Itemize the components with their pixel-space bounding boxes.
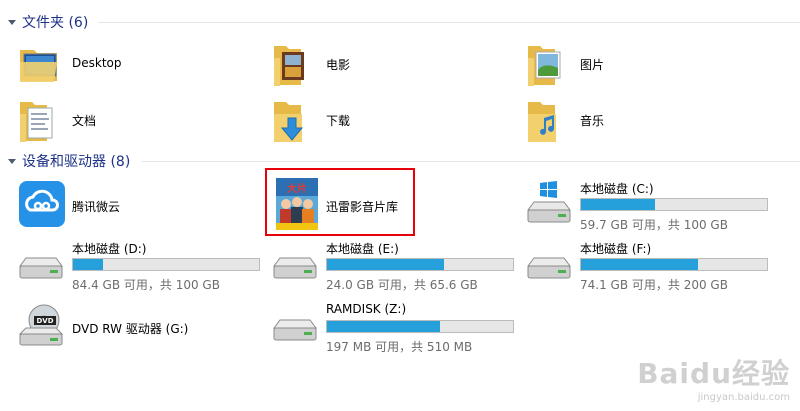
drive-usage-fill <box>73 259 103 270</box>
folder-label: Desktop <box>72 56 122 70</box>
drive-label: RAMDISK (Z:) <box>326 302 407 316</box>
drive-free-space: 24.0 GB 可用，共 65.6 GB <box>326 278 478 292</box>
drive-label: 本地磁盘 (D:) <box>72 242 147 256</box>
drive-label: DVD RW 驱动器 (G:) <box>72 322 189 336</box>
drive-usage-bar <box>580 258 768 271</box>
pictures-folder-icon <box>524 40 570 89</box>
drive-z-ramdisk[interactable]: RAMDISK (Z:) 197 MB 可用，共 510 MB <box>270 302 520 354</box>
folders-group-title: 文件夹 (6) <box>22 15 89 31</box>
drive-e[interactable]: 本地磁盘 (E:) 24.0 GB 可用，共 65.6 GB <box>270 240 520 292</box>
drive-f[interactable]: 本地磁盘 (F:) 74.1 GB 可用，共 200 GB <box>524 240 774 292</box>
folder-label: 下载 <box>326 114 351 128</box>
drive-d[interactable]: 本地磁盘 (D:) 84.4 GB 可用，共 100 GB <box>16 240 266 292</box>
drive-label: 本地磁盘 (F:) <box>580 242 652 256</box>
drive-free-space: 59.7 GB 可用，共 100 GB <box>580 218 728 232</box>
drive-g-dvd[interactable]: DVD DVD RW 驱动器 (G:) <box>16 302 266 352</box>
drive-free-space: 74.1 GB 可用，共 200 GB <box>580 278 728 292</box>
windows-drive-icon <box>524 180 574 231</box>
folder-label: 音乐 <box>580 114 605 128</box>
drive-usage-fill <box>327 321 441 332</box>
drive-label: 本地磁盘 (C:) <box>580 182 654 196</box>
drive-usage-bar <box>72 258 260 271</box>
collapse-caret-icon[interactable] <box>8 20 16 25</box>
folder-music[interactable]: 音乐 <box>524 94 724 144</box>
hard-drive-icon <box>16 246 66 289</box>
folder-documents[interactable]: 文档 <box>16 94 216 144</box>
baidu-jingyan-watermark: Baidu经验 jingyan.baidu.com <box>637 352 790 403</box>
highlight-box <box>265 168 415 236</box>
music-folder-icon <box>524 96 570 145</box>
drive-usage-fill <box>581 259 699 270</box>
folder-downloads[interactable]: 下载 <box>270 94 470 144</box>
drive-c[interactable]: 本地磁盘 (C:) 59.7 GB 可用，共 100 GB <box>524 180 774 232</box>
folder-label: 电影 <box>326 58 351 72</box>
watermark-url: jingyan.baidu.com <box>697 392 790 403</box>
device-label: 腾讯微云 <box>72 200 121 214</box>
drive-label: 本地磁盘 (E:) <box>326 242 399 256</box>
folder-movies[interactable]: 电影 <box>270 38 470 88</box>
group-divider <box>98 22 800 23</box>
weiyun-cloud-icon <box>18 180 66 231</box>
drive-usage-bar <box>326 258 514 271</box>
drive-usage-fill <box>327 259 445 270</box>
group-divider <box>142 161 800 162</box>
folder-desktop[interactable]: Desktop <box>16 38 216 88</box>
folders-group-header[interactable]: 文件夹 (6) <box>0 11 800 33</box>
dvd-drive-icon: DVD <box>16 302 66 353</box>
hard-drive-icon <box>270 308 320 351</box>
drive-usage-bar <box>326 320 514 333</box>
drive-free-space: 197 MB 可用，共 510 MB <box>326 340 473 354</box>
drive-free-space: 84.4 GB 可用，共 100 GB <box>72 278 220 292</box>
drive-usage-bar <box>580 198 768 211</box>
folder-label: 图片 <box>580 58 605 72</box>
collapse-caret-icon[interactable] <box>8 159 16 164</box>
device-weiyun[interactable]: 腾讯微云 <box>16 180 216 230</box>
folder-pictures[interactable]: 图片 <box>524 38 724 88</box>
documents-folder-icon <box>16 96 62 145</box>
drive-usage-fill <box>581 199 656 210</box>
hard-drive-icon <box>524 246 574 289</box>
folder-label: 文档 <box>72 114 97 128</box>
desktop-folder-icon <box>16 40 62 89</box>
svg-text:DVD: DVD <box>36 317 53 325</box>
downloads-folder-icon <box>270 96 316 145</box>
movies-folder-icon <box>270 40 316 89</box>
devices-group-title: 设备和驱动器 (8) <box>22 154 131 170</box>
watermark-brand: Baidu经验 <box>637 357 790 390</box>
hard-drive-icon <box>270 246 320 289</box>
